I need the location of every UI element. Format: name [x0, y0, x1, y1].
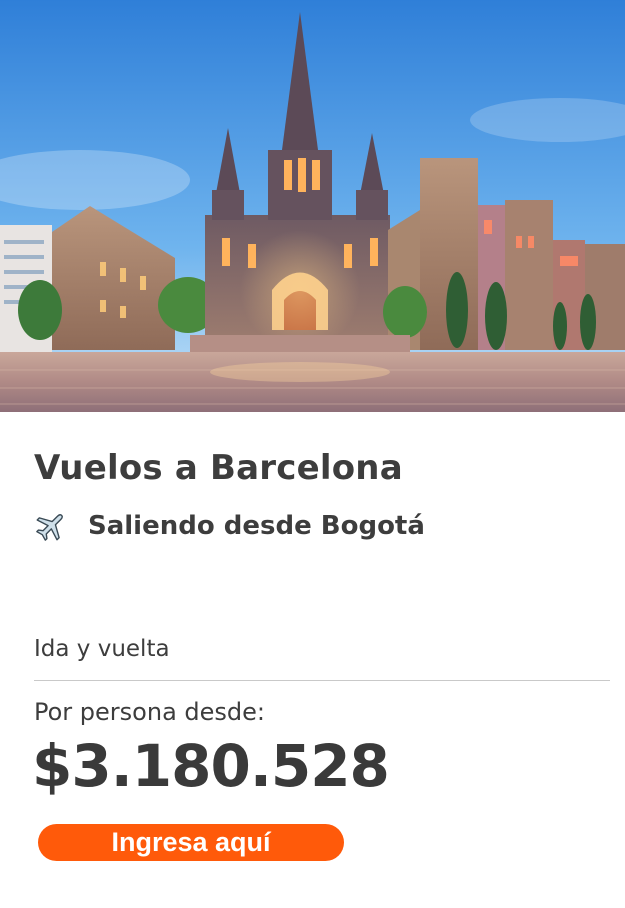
route-info: Saliendo desde Bogotá [34, 508, 425, 544]
trip-type-label: Ida y vuelta [34, 636, 170, 662]
hero-image [0, 0, 625, 412]
route-origin-text: Saliendo desde Bogotá [88, 511, 425, 541]
enter-here-button[interactable]: Ingresa aquí [38, 824, 344, 861]
offer-title: Vuelos a Barcelona [34, 448, 403, 488]
price-label: Por persona desde: [34, 698, 265, 726]
offer-card: Vuelos a Barcelona Saliendo desde Bogotá… [0, 412, 625, 908]
divider [34, 680, 610, 681]
airplane-icon [34, 509, 68, 543]
price-value: $3.180.528 [32, 732, 390, 800]
